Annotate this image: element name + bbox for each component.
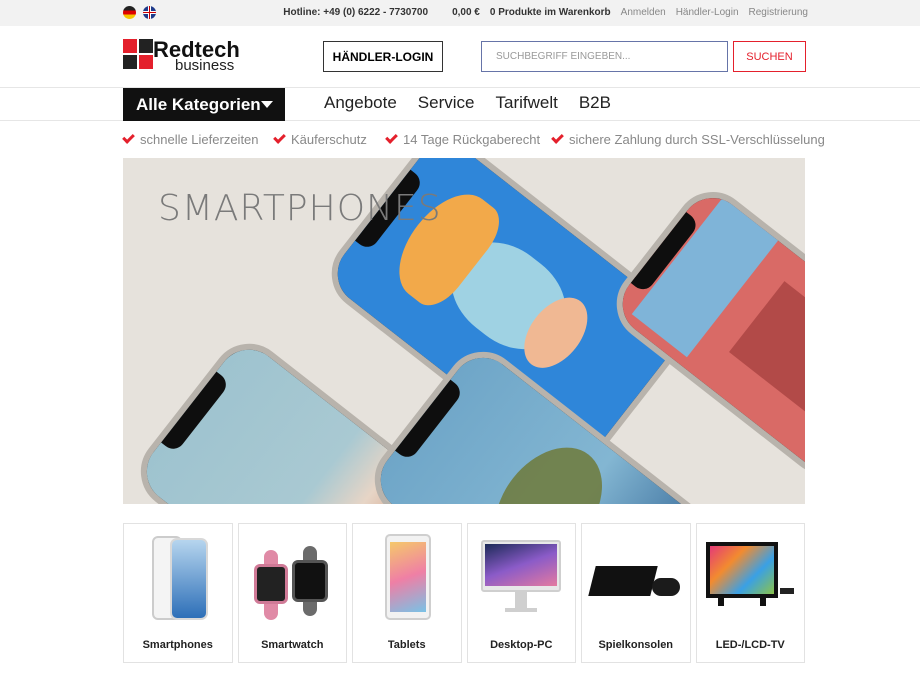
check-icon xyxy=(551,131,564,144)
nav-item-tarifwelt[interactable]: Tarifwelt xyxy=(495,93,557,113)
category-tile-smartphones[interactable]: Smartphones xyxy=(123,523,233,663)
category-tile-smartwatch[interactable]: Smartwatch xyxy=(237,523,347,663)
cart-total[interactable]: 0,00 € xyxy=(452,7,480,18)
smartphone-icon xyxy=(134,532,222,624)
phone-image xyxy=(601,176,805,490)
check-icon xyxy=(385,131,398,144)
search-button[interactable]: SUCHEN xyxy=(733,41,806,72)
search-input[interactable]: SUCHBEGRIFF EINGEBEN... xyxy=(481,41,728,72)
smartwatch-icon xyxy=(248,532,336,624)
smartphones-banner[interactable]: SMARTPHONES xyxy=(123,158,805,504)
caret-down-icon xyxy=(261,101,273,108)
usp-item: 14 Tage Rückgaberecht xyxy=(385,131,540,147)
category-tile-spielkonsolen[interactable]: Spielkonsolen xyxy=(581,523,691,663)
header: Redtech business HÄNDLER-LOGIN SUCHBEGRI… xyxy=(0,26,920,88)
main-navbar: Alle Kategorien Angebote Service Tarifwe… xyxy=(0,88,920,121)
tablet-icon xyxy=(363,532,451,624)
nav-item-service[interactable]: Service xyxy=(418,93,475,113)
banner-title: SMARTPHONES xyxy=(158,188,442,229)
usp-bar: schnelle Lieferzeiten Käuferschutz 14 Ta… xyxy=(0,121,920,158)
category-tiles: Smartphones Smartwatch Tablets Desktop-P… xyxy=(123,523,805,663)
usp-item: schnelle Lieferzeiten xyxy=(122,131,259,147)
register-link[interactable]: Registrierung xyxy=(749,7,808,18)
dealer-login-link[interactable]: Händler-Login xyxy=(676,7,739,18)
tv-icon xyxy=(706,532,795,624)
logo[interactable]: Redtech business xyxy=(123,37,243,75)
usp-item: sichere Zahlung durch SSL-Verschlüsselun… xyxy=(551,131,825,147)
category-tile-desktop-pc[interactable]: Desktop-PC xyxy=(466,523,576,663)
cart-items[interactable]: 0 Produkte im Warenkorb xyxy=(490,7,611,18)
check-icon xyxy=(122,131,135,144)
desktop-pc-icon xyxy=(477,532,565,624)
nav-item-b2b[interactable]: B2B xyxy=(579,93,611,113)
game-console-icon xyxy=(588,532,680,624)
usp-item: Käuferschutz xyxy=(273,131,367,147)
hotline: Hotline: +49 (0) 6222 - 7730700 xyxy=(283,7,429,18)
all-categories-button[interactable]: Alle Kategorien xyxy=(123,88,285,121)
uk-flag-icon[interactable] xyxy=(143,6,156,19)
login-link[interactable]: Anmelden xyxy=(621,7,666,18)
category-tile-tv[interactable]: LED-/LCD-TV xyxy=(695,523,805,663)
german-flag-icon[interactable] xyxy=(123,6,136,19)
top-bar: Hotline: +49 (0) 6222 - 7730700 0,00 € 0… xyxy=(0,0,920,26)
category-tile-tablets[interactable]: Tablets xyxy=(352,523,462,663)
dealer-login-button[interactable]: HÄNDLER-LOGIN xyxy=(323,41,443,72)
check-icon xyxy=(273,131,286,144)
nav-item-angebote[interactable]: Angebote xyxy=(324,93,397,113)
